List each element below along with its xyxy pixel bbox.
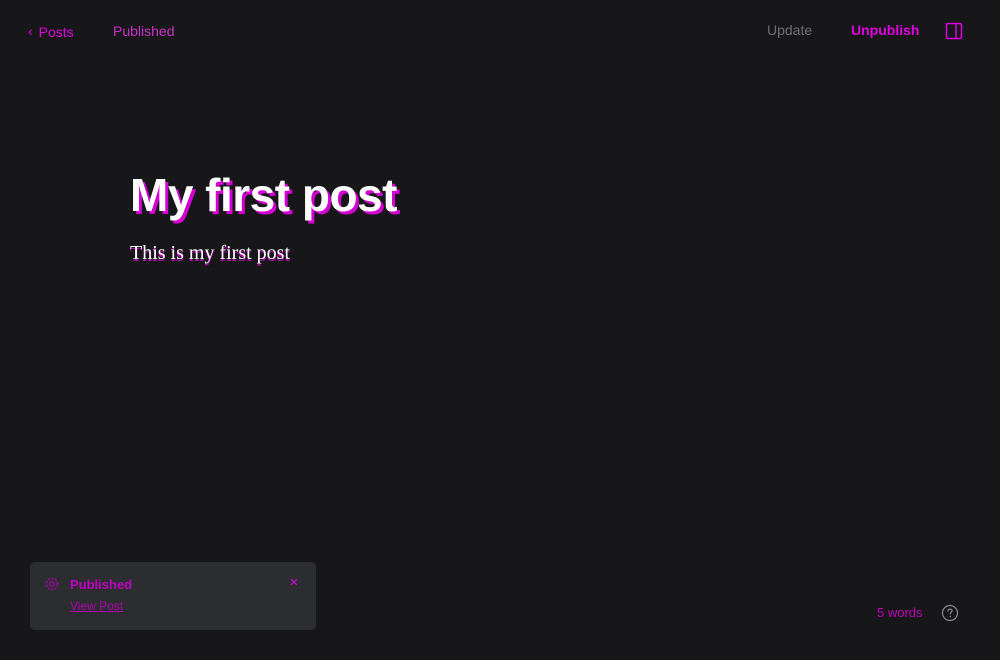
post-status: Published bbox=[113, 23, 175, 39]
post-title[interactable]: My first post bbox=[130, 168, 397, 222]
word-count: 5 words bbox=[877, 605, 923, 620]
view-post-link[interactable]: View Post bbox=[70, 599, 123, 613]
back-to-posts-link[interactable]: ‹ Posts bbox=[28, 22, 74, 42]
editor-header: ‹ Posts Published Update Unpublish bbox=[0, 0, 1000, 64]
unpublish-button[interactable]: Unpublish bbox=[851, 22, 919, 38]
chevron-left-icon: ‹ bbox=[28, 23, 33, 39]
help-circle-icon[interactable] bbox=[941, 604, 959, 622]
close-icon[interactable]: × bbox=[287, 575, 301, 591]
gear-icon bbox=[44, 576, 60, 592]
post-body[interactable]: This is my first post bbox=[130, 242, 290, 265]
back-label: Posts bbox=[38, 24, 74, 40]
update-button[interactable]: Update bbox=[767, 22, 812, 38]
sidebar-toggle-icon[interactable] bbox=[945, 22, 963, 40]
publish-notification: Published View Post × bbox=[30, 562, 316, 630]
notification-title: Published bbox=[70, 577, 133, 592]
